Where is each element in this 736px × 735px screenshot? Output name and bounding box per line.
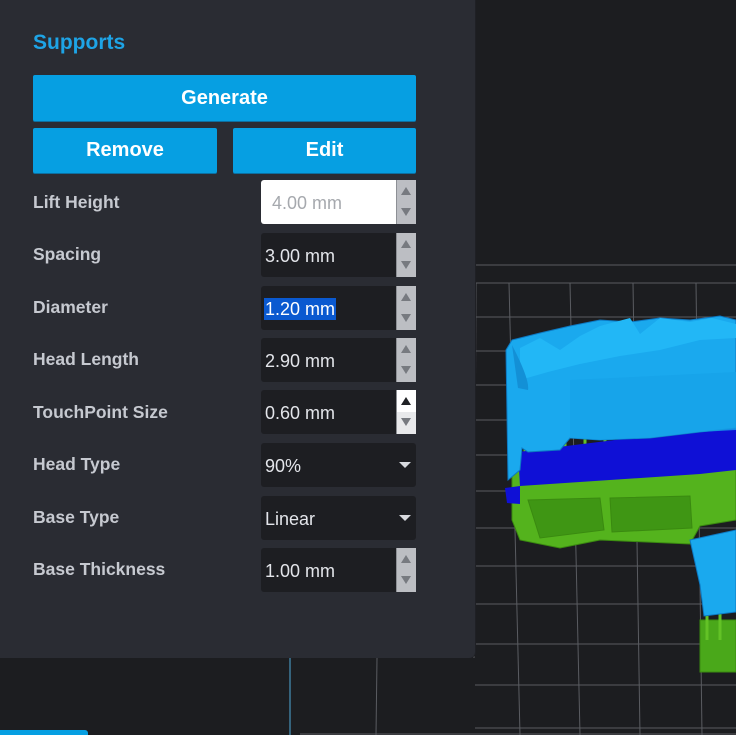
triangle-up-icon[interactable] — [397, 338, 416, 360]
panel-title: Supports — [33, 31, 126, 54]
generate-button[interactable]: Generate — [33, 75, 416, 121]
caret-down-icon — [399, 515, 411, 521]
edit-button[interactable]: Edit — [233, 128, 416, 173]
edit-button-label: Edit — [305, 139, 344, 161]
head-length-value: 2.90 mm — [265, 351, 336, 371]
remove-button[interactable]: Remove — [33, 128, 217, 173]
caret-down-icon — [399, 462, 411, 468]
base-type-dropdown[interactable]: Linear — [261, 496, 416, 540]
spacing-spinner[interactable] — [396, 233, 416, 277]
diameter-field[interactable]: 1.20 mm — [261, 286, 416, 330]
head-length-label: Head Length — [33, 349, 139, 369]
triangle-down-icon[interactable] — [397, 255, 416, 277]
triangle-up-icon[interactable] — [397, 390, 416, 412]
lift-height-value: 4.00 mm — [272, 193, 343, 213]
lift-height-label: Lift Height — [33, 192, 120, 212]
diameter-label: Diameter — [33, 297, 108, 317]
touchpoint-size-field[interactable]: 0.60 mm — [261, 390, 416, 434]
remove-button-label: Remove — [86, 139, 164, 161]
spacing-field[interactable]: 3.00 mm — [261, 233, 416, 277]
head-type-value: 90% — [265, 456, 302, 476]
triangle-down-icon[interactable] — [397, 570, 416, 592]
head-type-label: Head Type — [33, 454, 121, 474]
triangle-down-icon[interactable] — [397, 202, 416, 224]
head-type-dropdown[interactable]: 90% — [261, 443, 416, 487]
diameter-value: 1.20 mm — [264, 298, 337, 320]
touchpoint-size-value: 0.60 mm — [265, 403, 336, 423]
triangle-up-icon[interactable] — [397, 286, 416, 308]
spacing-value: 3.00 mm — [265, 246, 336, 266]
triangle-down-icon[interactable] — [397, 412, 416, 434]
triangle-up-icon[interactable] — [397, 180, 416, 202]
base-type-label: Base Type — [33, 507, 120, 527]
lift-height-field[interactable]: 4.00 mm — [261, 180, 416, 224]
head-length-field[interactable]: 2.90 mm — [261, 338, 416, 382]
base-thickness-field[interactable]: 1.00 mm — [261, 548, 416, 592]
diameter-spinner[interactable] — [396, 286, 416, 330]
supports-panel: Supports Generate Remove Edit Lift Heigh… — [0, 0, 475, 658]
touchpoint-size-label: TouchPoint Size — [33, 402, 168, 422]
bottom-tab-indicator[interactable] — [0, 730, 88, 735]
triangle-up-icon[interactable] — [397, 548, 416, 570]
touchpoint-size-spinner[interactable] — [396, 390, 416, 434]
base-thickness-label: Base Thickness — [33, 559, 166, 579]
base-type-value: Linear — [265, 509, 316, 529]
triangle-down-icon[interactable] — [397, 360, 416, 382]
base-thickness-value: 1.00 mm — [265, 561, 336, 581]
triangle-down-icon[interactable] — [397, 308, 416, 330]
lift-height-spinner[interactable] — [396, 180, 416, 224]
head-length-spinner[interactable] — [396, 338, 416, 382]
base-thickness-spinner[interactable] — [396, 548, 416, 592]
generate-button-label: Generate — [181, 87, 268, 109]
triangle-up-icon[interactable] — [397, 233, 416, 255]
spacing-label: Spacing — [33, 244, 102, 264]
